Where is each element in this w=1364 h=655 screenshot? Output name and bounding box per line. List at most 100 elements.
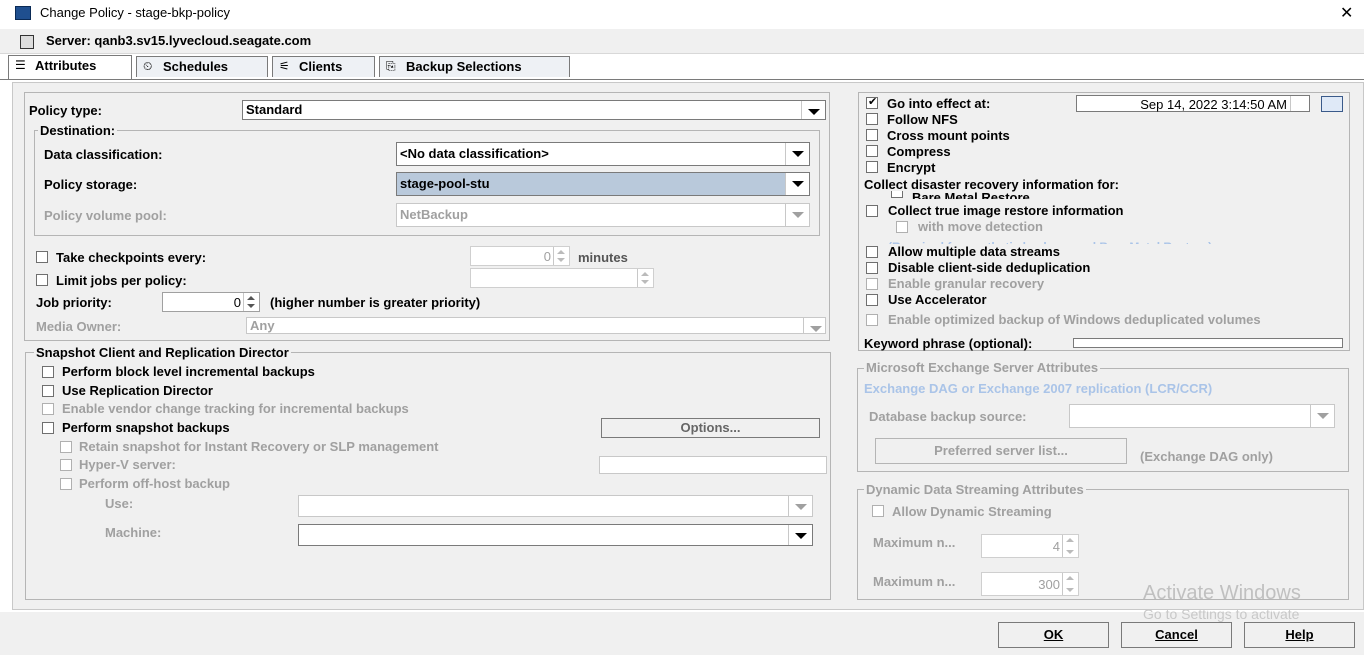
- snapshot-backups-checkbox[interactable]: [42, 422, 54, 434]
- job-priority-spinner[interactable]: 0: [162, 292, 260, 312]
- tab-clients[interactable]: ⚟ Clients: [272, 56, 375, 77]
- cross-mount-checkbox[interactable]: [866, 129, 878, 141]
- machine-label: Machine:: [105, 525, 162, 540]
- max-streams-spinner[interactable]: 4: [981, 534, 1079, 558]
- max-files-value: 300: [1038, 577, 1060, 592]
- follow-nfs-label: Follow NFS: [887, 112, 958, 127]
- replication-director-label: Use Replication Director: [62, 383, 213, 398]
- true-image-checkbox[interactable]: [866, 205, 878, 217]
- tab-attributes[interactable]: ☰ Attributes: [8, 55, 132, 79]
- attributes-icon: ☰: [15, 58, 26, 72]
- server-icon: [20, 35, 34, 49]
- granular-checkbox[interactable]: [866, 278, 878, 290]
- spinner-arrows-icon[interactable]: [1290, 96, 1309, 111]
- retain-snapshot-label: Retain snapshot for Instant Recovery or …: [79, 439, 439, 454]
- hyperv-label: Hyper-V server:: [79, 457, 176, 472]
- preferred-server-button[interactable]: Preferred server list...: [875, 438, 1127, 464]
- max-files-label: Maximum n...: [873, 574, 956, 589]
- allow-dynamic-checkbox[interactable]: [872, 505, 884, 517]
- chevron-down-icon[interactable]: [788, 496, 812, 516]
- optimized-backup-checkbox[interactable]: [866, 314, 878, 326]
- use-select[interactable]: [298, 495, 813, 517]
- true-image-label: Collect true image restore information: [888, 203, 1124, 218]
- chevron-down-icon[interactable]: [788, 525, 812, 545]
- cancel-button[interactable]: Cancel: [1121, 622, 1232, 648]
- keyword-input[interactable]: [1073, 338, 1343, 348]
- spinner-arrows-icon[interactable]: [553, 247, 569, 265]
- checkpoints-unit: minutes: [578, 250, 628, 265]
- follow-nfs-checkbox[interactable]: [866, 113, 878, 125]
- volume-pool-select[interactable]: NetBackup: [396, 203, 810, 227]
- max-files-spinner[interactable]: 300: [981, 572, 1079, 596]
- go-into-effect-checkbox[interactable]: [866, 95, 878, 109]
- job-priority-value: 0: [233, 295, 241, 310]
- policy-storage-select[interactable]: stage-pool-stu: [396, 172, 810, 196]
- snapshot-title: Snapshot Client and Replication Director: [34, 345, 291, 360]
- required-note: (Required for synthetic backups and Bare…: [888, 236, 1212, 244]
- tab-label: Clients: [299, 59, 343, 74]
- window-title: Change Policy - stage-bkp-policy: [40, 5, 231, 20]
- multiple-streams-label: Allow multiple data streams: [888, 244, 1060, 259]
- go-into-effect-datetime[interactable]: Sep 14, 2022 3:14:50 AM: [1076, 95, 1310, 112]
- policy-type-select[interactable]: Standard: [242, 100, 826, 120]
- policy-storage-value: stage-pool-stu: [400, 176, 490, 191]
- bare-metal-checkbox[interactable]: [891, 191, 903, 198]
- take-checkpoints-checkbox[interactable]: [36, 251, 48, 263]
- data-classification-value: <No data classification>: [400, 146, 549, 161]
- spinner-arrows-icon[interactable]: [1062, 535, 1078, 557]
- encrypt-checkbox[interactable]: [866, 161, 878, 173]
- ok-button[interactable]: OK: [998, 622, 1109, 648]
- disable-dedup-checkbox[interactable]: [866, 262, 878, 274]
- machine-select[interactable]: [298, 524, 813, 546]
- move-detection-label: with move detection: [918, 219, 1043, 234]
- db-source-select[interactable]: [1069, 404, 1335, 428]
- tab-label: Backup Selections: [406, 59, 522, 74]
- spinner-arrows-icon[interactable]: [243, 293, 259, 311]
- offhost-checkbox[interactable]: [60, 478, 72, 490]
- backup-selections-icon: ⎘: [386, 59, 396, 73]
- spinner-arrows-icon[interactable]: [1062, 573, 1078, 595]
- ok-label: OK: [1043, 627, 1064, 642]
- block-level-checkbox[interactable]: [42, 366, 54, 378]
- schedules-icon: ⏲: [143, 59, 153, 73]
- limit-jobs-spinner[interactable]: [470, 268, 654, 288]
- checkpoints-spinner[interactable]: 0: [470, 246, 570, 266]
- take-checkpoints-label: Take checkpoints every:: [56, 250, 207, 265]
- media-owner-select[interactable]: Any: [246, 317, 826, 334]
- limit-jobs-label: Limit jobs per policy:: [56, 273, 187, 288]
- chevron-down-icon[interactable]: [785, 173, 809, 195]
- move-detection-checkbox[interactable]: [896, 221, 908, 233]
- retain-snapshot-checkbox[interactable]: [60, 441, 72, 453]
- multiple-streams-checkbox[interactable]: [866, 246, 878, 258]
- replication-director-checkbox[interactable]: [42, 385, 54, 397]
- snapshot-backups-label: Perform snapshot backups: [62, 420, 230, 435]
- chevron-down-icon[interactable]: [785, 143, 809, 165]
- spinner-arrows-icon[interactable]: [637, 269, 653, 287]
- exchange-title: Microsoft Exchange Server Attributes: [864, 360, 1101, 375]
- tab-label: Attributes: [35, 58, 97, 73]
- limit-jobs-checkbox[interactable]: [36, 274, 48, 286]
- dynamic-title: Dynamic Data Streaming Attributes: [864, 482, 1086, 497]
- volume-pool-value: NetBackup: [400, 207, 468, 222]
- data-classification-select[interactable]: <No data classification>: [396, 142, 810, 166]
- options-button[interactable]: Options...: [601, 418, 820, 438]
- help-button[interactable]: Help: [1244, 622, 1355, 648]
- chevron-down-icon[interactable]: [785, 204, 809, 226]
- tab-backup-selections[interactable]: ⎘ Backup Selections: [379, 56, 570, 77]
- accelerator-checkbox[interactable]: [866, 294, 878, 306]
- block-level-label: Perform block level incremental backups: [62, 364, 315, 379]
- chevron-down-icon[interactable]: [803, 318, 825, 333]
- vendor-tracking-label: Enable vendor change tracking for increm…: [62, 401, 409, 416]
- chevron-down-icon[interactable]: [801, 101, 825, 119]
- close-icon[interactable]: ✕: [1340, 3, 1353, 23]
- hyperv-checkbox[interactable]: [60, 459, 72, 471]
- vendor-tracking-checkbox[interactable]: [42, 403, 54, 415]
- compress-checkbox[interactable]: [866, 145, 878, 157]
- tab-schedules[interactable]: ⏲ Schedules: [136, 56, 268, 77]
- dag-only-label: (Exchange DAG only): [1140, 449, 1273, 464]
- job-priority-hint: (higher number is greater priority): [270, 295, 481, 310]
- chevron-down-icon[interactable]: [1310, 405, 1334, 427]
- calendar-icon[interactable]: [1321, 96, 1343, 112]
- hyperv-input[interactable]: [599, 456, 827, 474]
- disable-dedup-label: Disable client-side deduplication: [888, 260, 1091, 275]
